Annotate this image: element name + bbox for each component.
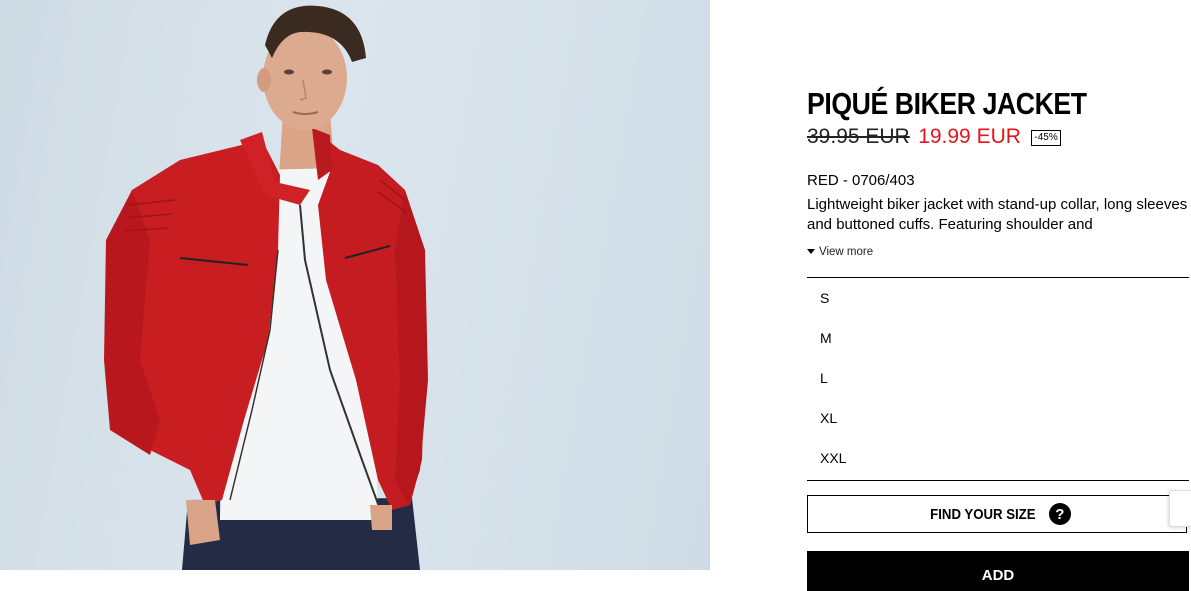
- product-description: Lightweight biker jacket with stand-up c…: [807, 196, 1188, 233]
- color-reference: RED - 0706/403: [807, 172, 915, 189]
- add-to-cart-button[interactable]: ADD: [807, 551, 1189, 591]
- product-info-panel: PIQUÉ BIKER JACKET 39.95 EUR 19.99 EUR -…: [807, 0, 1189, 591]
- size-option-xl[interactable]: XL: [807, 398, 1189, 438]
- old-price: 39.95 EUR: [807, 125, 910, 148]
- size-selector: S M L XL XXL: [807, 277, 1189, 481]
- size-option-l[interactable]: L: [807, 358, 1189, 398]
- size-option-xxl[interactable]: XXL: [807, 438, 1189, 478]
- size-option-s[interactable]: S: [807, 278, 1189, 318]
- caret-down-icon: [807, 249, 815, 254]
- question-mark-icon: ?: [1048, 503, 1071, 525]
- find-your-size-label: FIND YOUR SIZE: [930, 505, 1036, 523]
- price-row: 39.95 EUR 19.99 EUR -45%: [807, 125, 1061, 149]
- view-more-label: View more: [819, 246, 874, 258]
- product-title: PIQUÉ BIKER JACKET: [807, 86, 1087, 121]
- sale-price: 19.99 EUR: [918, 125, 1021, 148]
- model-illustration: [104, 5, 428, 570]
- side-panel-tab[interactable]: [1169, 490, 1191, 527]
- size-option-m[interactable]: M: [807, 318, 1189, 358]
- find-your-size-button[interactable]: FIND YOUR SIZE ?: [807, 495, 1187, 533]
- product-image[interactable]: [0, 0, 710, 570]
- discount-badge: -45%: [1031, 130, 1061, 146]
- view-more-link[interactable]: View more: [807, 246, 873, 258]
